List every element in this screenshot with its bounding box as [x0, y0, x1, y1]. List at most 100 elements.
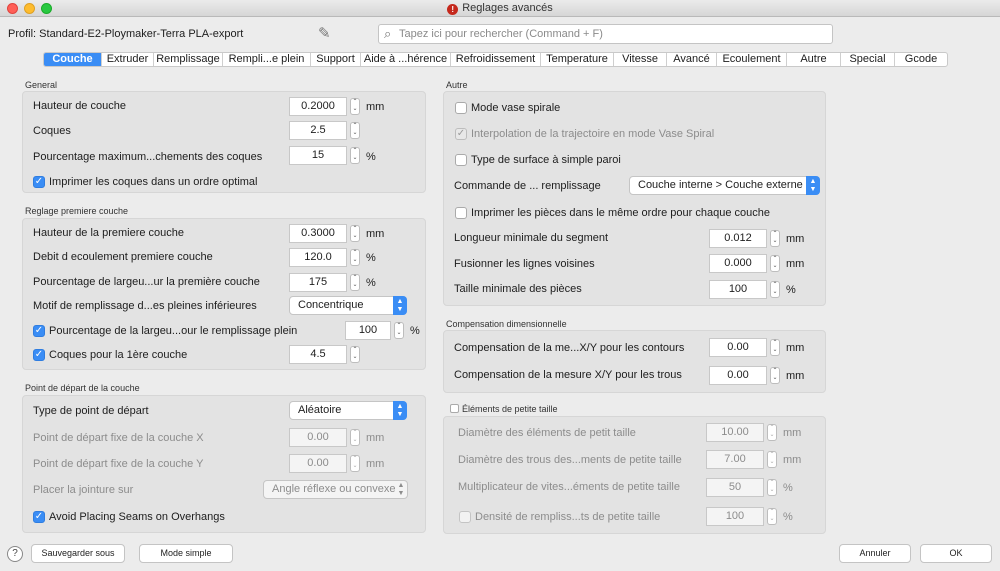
first-layer-panel	[22, 218, 426, 370]
solid-infill-width-input[interactable]: 100	[345, 321, 391, 340]
seam-placement-select[interactable]: Angle réflexe ou convexe ▲ ▼	[263, 480, 408, 499]
app-icon: !	[447, 4, 459, 15]
first-layer-height-stepper[interactable]: ⌃ ⌄	[350, 225, 360, 242]
tab-avance[interactable]: Avancé	[667, 53, 717, 66]
first-layer-flow-stepper[interactable]: ⌃ ⌄	[350, 249, 360, 266]
seam-placement-value: Angle réflexe ou convexe	[272, 483, 396, 495]
vase-mode-checkbox[interactable]	[455, 102, 467, 114]
bottom-fill-pattern-select[interactable]: Concentrique ▲ ▼	[289, 296, 407, 315]
first-layer-flow-unit: %	[366, 252, 376, 264]
solid-infill-width-label: Pourcentage de la largeu...our le rempli…	[49, 325, 298, 337]
solid-infill-width-checkbox[interactable]: ✓	[33, 325, 45, 337]
start-point-type-select[interactable]: Aléatoire ▲ ▼	[289, 401, 407, 420]
small-holes-stepper[interactable]: ⌃ ⌄	[767, 451, 777, 468]
autre-group-title: Autre	[446, 80, 468, 90]
window-title-wrap: ! Reglages avancés	[0, 2, 1000, 15]
tab-couche[interactable]: Couche	[44, 53, 102, 66]
tab-support[interactable]: Support	[311, 53, 361, 66]
tab-ecoulement[interactable]: Ecoulement	[717, 53, 787, 66]
small-elements-checkbox[interactable]	[450, 404, 459, 413]
search-icon: ⌕	[384, 26, 392, 41]
tab-extruder[interactable]: Extruder	[102, 53, 154, 66]
tab-aide-adherence[interactable]: Aide à ...hérence	[361, 53, 451, 66]
solid-infill-width-stepper[interactable]: ⌃ ⌄	[394, 322, 404, 339]
tab-remplissage-plein[interactable]: Rempli...e plein	[223, 53, 311, 66]
optimal-order-checkbox[interactable]: ✓	[33, 176, 45, 188]
tab-refroidissement[interactable]: Refroidissement	[451, 53, 541, 66]
shell-overlap-stepper[interactable]: ⌃ ⌄	[350, 147, 360, 164]
small-diameter-input[interactable]: 10.00	[706, 423, 764, 442]
tab-special[interactable]: Special	[841, 53, 895, 66]
edit-profile-pencil-icon[interactable]: ✎	[318, 24, 331, 42]
single-wall-checkbox[interactable]	[455, 154, 467, 166]
shells-input[interactable]: 2.5	[289, 121, 347, 140]
shell-overlap-input[interactable]: 15	[289, 146, 347, 165]
min-part-size-input[interactable]: 100	[709, 280, 767, 299]
tab-vitesse[interactable]: Vitesse	[614, 53, 667, 66]
small-density-checkbox[interactable]	[459, 511, 471, 523]
contour-compensation-input[interactable]: 0.00	[709, 338, 767, 357]
merge-lines-stepper[interactable]: ⌃ ⌄	[770, 255, 780, 272]
small-speed-unit: %	[783, 482, 793, 494]
cancel-button[interactable]: Annuler	[839, 544, 911, 563]
layer-height-input[interactable]: 0.2000	[289, 97, 347, 116]
small-density-stepper[interactable]: ⌃ ⌄	[767, 508, 777, 525]
min-segment-unit: mm	[786, 233, 805, 245]
first-layer-height-input[interactable]: 0.3000	[289, 224, 347, 243]
fixed-start-y-stepper[interactable]: ⌃ ⌄	[350, 455, 360, 472]
min-part-size-stepper[interactable]: ⌃ ⌄	[770, 281, 780, 298]
same-order-checkbox[interactable]	[455, 207, 467, 219]
first-layer-shells-label: Coques pour la 1ère couche	[49, 349, 188, 361]
chevron-up-down-icon: ▲ ▼	[806, 176, 820, 195]
start-point-type-label: Type de point de départ	[33, 405, 149, 417]
autre-panel	[443, 91, 826, 306]
search-box[interactable]: ⌕	[378, 24, 833, 44]
compensation-group-title: Compensation dimensionnelle	[446, 319, 567, 329]
hole-compensation-input[interactable]: 0.00	[709, 366, 767, 385]
fixed-start-x-stepper[interactable]: ⌃ ⌄	[350, 429, 360, 446]
avoid-seams-overhangs-checkbox[interactable]: ✓	[33, 511, 45, 523]
layer-height-stepper[interactable]: ⌃ ⌄	[350, 98, 360, 115]
first-layer-shells-stepper[interactable]: ⌃ ⌄	[350, 346, 360, 363]
small-diameter-stepper[interactable]: ⌃ ⌄	[767, 424, 777, 441]
first-layer-shells-input[interactable]: 4.5	[289, 345, 347, 364]
search-input[interactable]	[399, 27, 824, 41]
fixed-start-x-input[interactable]: 0.00	[289, 428, 347, 447]
small-holes-label: Diamètre des trous des...ments de petite…	[458, 454, 682, 466]
start-point-group-title: Point de départ de la couche	[25, 383, 140, 393]
small-speed-stepper[interactable]: ⌃ ⌄	[767, 479, 777, 496]
small-elements-group-title: Éléments de petite taille	[462, 404, 558, 414]
small-density-label: Densité de rempliss...ts de petite taill…	[475, 511, 661, 523]
merge-lines-input[interactable]: 0.000	[709, 254, 767, 273]
fill-order-select[interactable]: Couche interne > Couche externe ▲ ▼	[629, 176, 820, 195]
tab-remplissage[interactable]: Remplissage	[154, 53, 223, 66]
help-button[interactable]: ?	[7, 546, 23, 562]
first-layer-shells-checkbox[interactable]: ✓	[33, 349, 45, 361]
fixed-start-y-input[interactable]: 0.00	[289, 454, 347, 473]
solid-infill-width-unit: %	[410, 325, 420, 337]
min-segment-stepper[interactable]: ⌃ ⌄	[770, 230, 780, 247]
min-segment-input[interactable]: 0.012	[709, 229, 767, 248]
ok-button[interactable]: OK	[920, 544, 992, 563]
first-layer-width-input[interactable]: 175	[289, 273, 347, 292]
general-group-title: General	[25, 80, 58, 90]
chevron-up-down-icon: ▲ ▼	[393, 296, 407, 315]
tab-autre[interactable]: Autre	[787, 53, 841, 66]
chevron-up-down-icon: ▲ ▼	[393, 401, 407, 420]
contour-compensation-stepper[interactable]: ⌃ ⌄	[770, 339, 780, 356]
save-as-button[interactable]: Sauvegarder sous	[31, 544, 125, 563]
shells-stepper[interactable]: ⌃ ⌄	[350, 122, 360, 139]
fixed-start-x-unit: mm	[366, 432, 385, 444]
tab-gcode[interactable]: Gcode	[895, 53, 947, 66]
small-speed-input[interactable]: 50	[706, 478, 764, 497]
vase-interpolation-checkbox[interactable]: ✓	[455, 128, 467, 140]
tab-temperature[interactable]: Temperature	[541, 53, 614, 66]
small-holes-unit: mm	[783, 454, 802, 466]
first-layer-width-stepper[interactable]: ⌃ ⌄	[350, 274, 360, 291]
small-density-input[interactable]: 100	[706, 507, 764, 526]
fill-order-value: Couche interne > Couche externe	[638, 179, 803, 191]
hole-compensation-stepper[interactable]: ⌃ ⌄	[770, 367, 780, 384]
simple-mode-button[interactable]: Mode simple	[139, 544, 233, 563]
small-holes-input[interactable]: 7.00	[706, 450, 764, 469]
first-layer-flow-input[interactable]: 120.0	[289, 248, 347, 267]
